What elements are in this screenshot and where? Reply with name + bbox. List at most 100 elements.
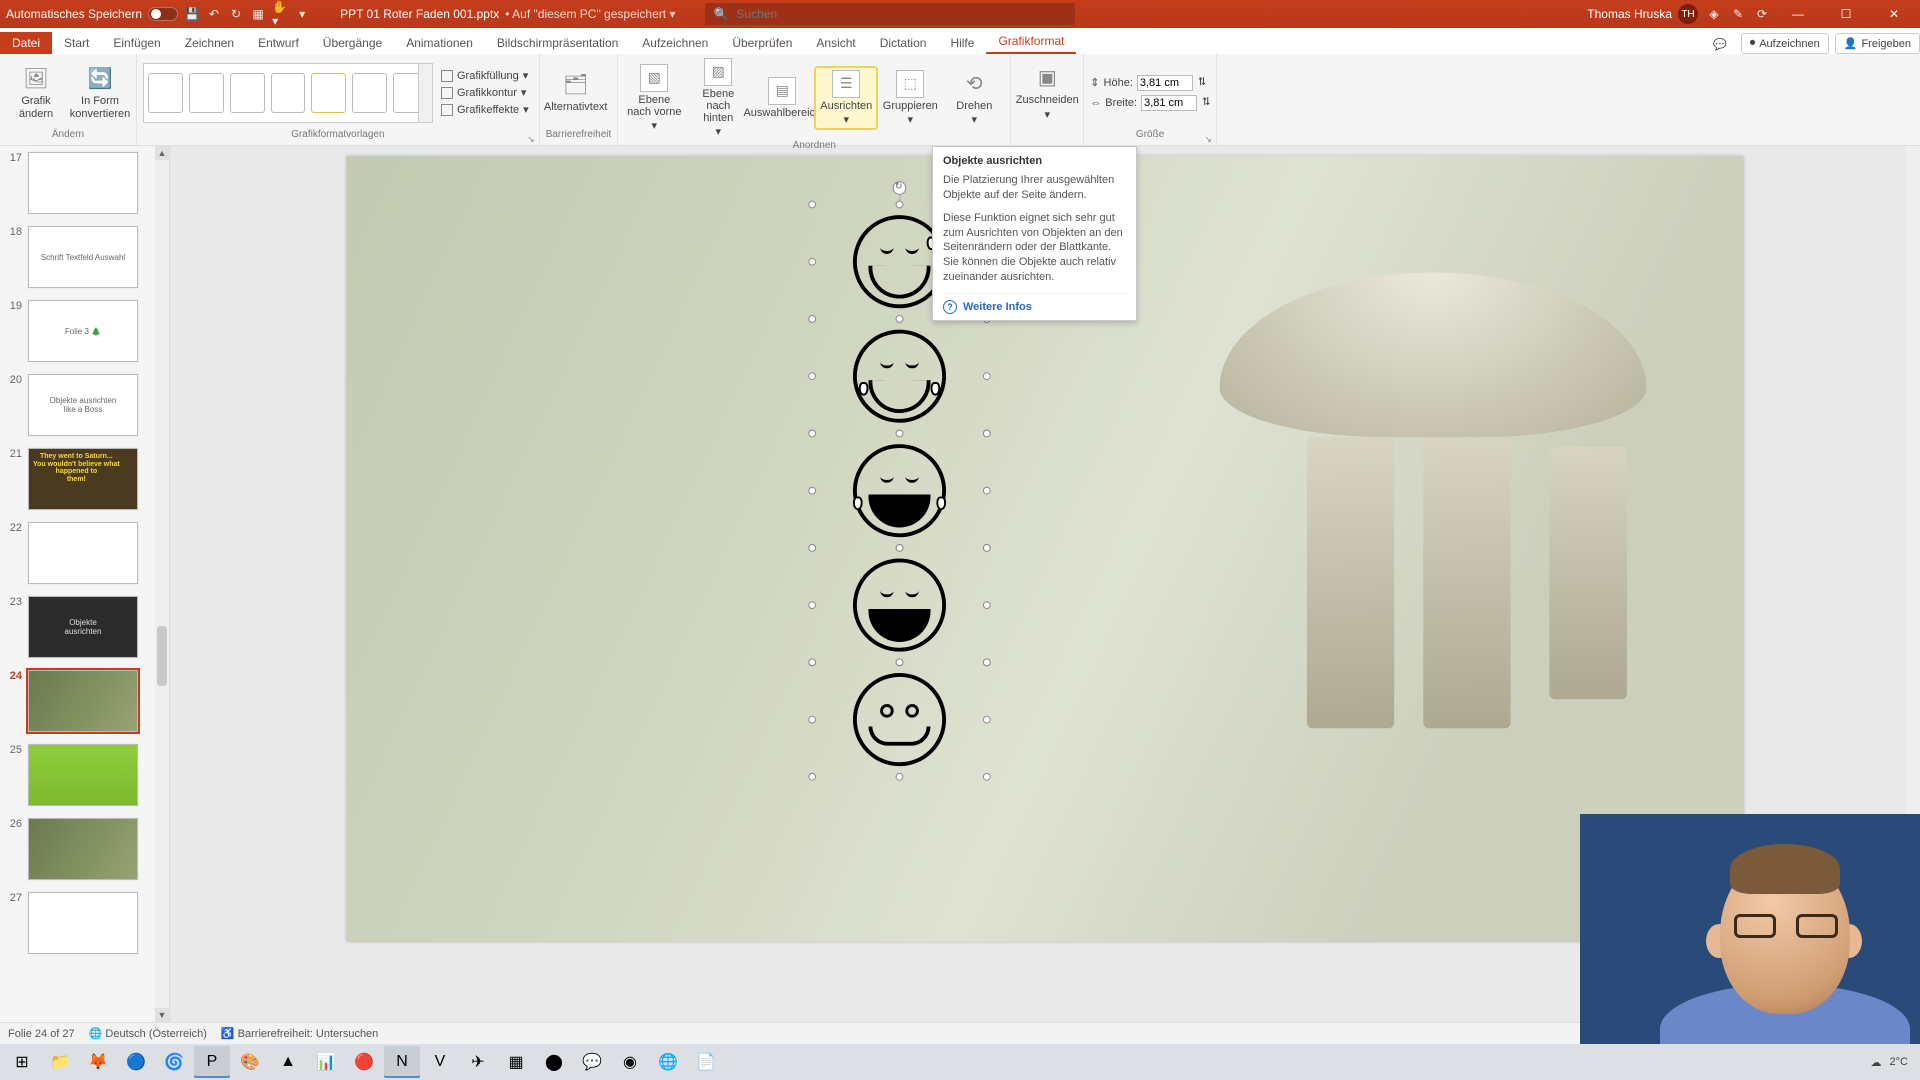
thumbnail-slide-21[interactable]: 21 <box>0 442 169 516</box>
minimize-button[interactable]: — <box>1778 0 1818 28</box>
record-button[interactable]: ⏺ Aufzeichnen <box>1741 33 1829 54</box>
undo-icon[interactable]: ↶ <box>206 6 222 22</box>
slide-counter[interactable]: Folie 24 of 27 <box>8 1028 75 1040</box>
thumbnail-slide-26[interactable]: 26 <box>0 812 169 886</box>
thumbnail-slide-17[interactable]: 17 <box>0 146 169 220</box>
search-input[interactable] <box>736 7 1067 21</box>
app-icon-8[interactable]: 📄 <box>688 1046 724 1078</box>
graphic-fill-button[interactable]: Grafikfüllung ▾ <box>437 68 533 83</box>
launcher-icon[interactable]: ↘ <box>527 134 535 145</box>
firefox-icon[interactable]: 🦊 <box>80 1046 116 1078</box>
app-icon-3[interactable]: 🔴 <box>346 1046 382 1078</box>
graphic-effects-button[interactable]: Grafikeffekte ▾ <box>437 102 533 117</box>
explorer-icon[interactable]: 📁 <box>42 1046 78 1078</box>
tab-graphicformat[interactable]: Grafikformat <box>986 30 1076 54</box>
scroll-handle[interactable] <box>157 626 167 686</box>
tab-record[interactable]: Aufzeichnen <box>630 32 720 54</box>
tab-dictation[interactable]: Dictation <box>868 32 939 54</box>
tab-design[interactable]: Entwurf <box>246 32 311 54</box>
gallery-more-icon[interactable] <box>418 64 432 122</box>
app-icon-5[interactable]: 💬 <box>574 1046 610 1078</box>
app-icon-2[interactable]: 📊 <box>308 1046 344 1078</box>
size-launcher-icon[interactable]: ↘ <box>1204 134 1212 145</box>
tab-view[interactable]: Ansicht <box>804 32 867 54</box>
pen-icon[interactable]: ✎ <box>1730 6 1746 22</box>
smiley-4[interactable] <box>853 559 946 652</box>
tab-insert[interactable]: Einfügen <box>101 32 172 54</box>
app-icon-6[interactable]: ◉ <box>612 1046 648 1078</box>
sync-icon[interactable]: ⟳ <box>1754 6 1770 22</box>
close-button[interactable]: ✕ <box>1874 0 1914 28</box>
smiley-3[interactable] <box>853 444 946 537</box>
tab-review[interactable]: Überprüfen <box>720 32 804 54</box>
bring-forward-button[interactable]: ▧Ebene nach vorne ▾ <box>624 62 684 134</box>
share-button[interactable]: 👤 Freigeben <box>1835 33 1920 54</box>
outline-icon <box>441 87 453 99</box>
tab-draw[interactable]: Zeichnen <box>173 32 246 54</box>
save-icon[interactable]: 💾 <box>184 6 200 22</box>
present-icon[interactable]: ▦ <box>250 6 266 22</box>
touch-icon[interactable]: ✋▾ <box>272 6 288 22</box>
width-input[interactable] <box>1141 95 1197 111</box>
smiley-2[interactable] <box>853 330 946 423</box>
maximize-button[interactable]: ☐ <box>1826 0 1866 28</box>
chrome-icon[interactable]: 🔵 <box>118 1046 154 1078</box>
align-button[interactable]: ☰Ausrichten ▾ <box>816 68 876 128</box>
rotate-handle[interactable] <box>893 181 907 195</box>
style-gallery[interactable] <box>143 63 433 123</box>
thumbnail-slide-19[interactable]: 19Folie 3 🎄 <box>0 294 169 368</box>
tab-help[interactable]: Hilfe <box>938 32 986 54</box>
thumbnail-slide-18[interactable]: 18Schrift Textfeld Auswahl <box>0 220 169 294</box>
weather-icon[interactable]: ☁ <box>1871 1056 1882 1069</box>
tooltip-more-link[interactable]: ?Weitere Infos <box>943 293 1126 314</box>
height-input[interactable] <box>1137 75 1193 91</box>
thumbs-scrollbar[interactable]: ▲ ▼ <box>155 146 169 1022</box>
onenote-icon[interactable]: N <box>384 1046 420 1078</box>
tab-start[interactable]: Start <box>52 32 101 54</box>
selection-pane-button[interactable]: ▤Auswahlbereich <box>752 75 812 121</box>
search-box[interactable]: 🔍 <box>705 3 1075 25</box>
tab-slideshow[interactable]: Bildschirmpräsentation <box>485 32 630 54</box>
rotate-button[interactable]: ⟲Drehen ▾ <box>944 68 1004 128</box>
comments-icon[interactable]: 💬 <box>1705 35 1735 54</box>
redo-icon[interactable]: ↻ <box>228 6 244 22</box>
temperature[interactable]: 2°C <box>1890 1056 1908 1068</box>
thumbnail-slide-22[interactable]: 22 <box>0 516 169 590</box>
thumbnail-slide-23[interactable]: 23Objekte ausrichten <box>0 590 169 664</box>
app-icon-7[interactable]: 🌐 <box>650 1046 686 1078</box>
qat-more-icon[interactable]: ▾ <box>294 6 310 22</box>
telegram-icon[interactable]: ✈ <box>460 1046 496 1078</box>
change-graphic-button[interactable]: 🖼 Grafik ändern <box>6 63 66 121</box>
crop-button[interactable]: ▣Zuschneiden ▾ <box>1017 62 1077 122</box>
thumbnail-slide-25[interactable]: 25 <box>0 738 169 812</box>
thumbnail-slide-24[interactable]: 24 <box>0 664 169 738</box>
group-button[interactable]: ⬚Gruppieren ▾ <box>880 68 940 128</box>
powerpoint-icon[interactable]: P <box>194 1046 230 1078</box>
obs-icon[interactable]: ⬤ <box>536 1046 572 1078</box>
user-account[interactable]: Thomas Hruska TH <box>1587 4 1698 24</box>
accessibility-check[interactable]: ♿ Barrierefreiheit: Untersuchen <box>221 1027 378 1040</box>
tab-file[interactable]: Datei <box>0 32 52 54</box>
diamond-icon[interactable]: ◈ <box>1706 6 1722 22</box>
thumbnail-slide-27[interactable]: 27 <box>0 886 169 960</box>
tab-animations[interactable]: Animationen <box>394 32 485 54</box>
start-button[interactable]: ⊞ <box>4 1046 40 1078</box>
send-backward-button[interactable]: ▨Ebene nach hinten ▾ <box>688 56 748 140</box>
vscode-icon[interactable]: V <box>422 1046 458 1078</box>
thumbnail-slide-20[interactable]: 20Objekte ausrichten like a Boss <box>0 368 169 442</box>
width-control[interactable]: ⇔ Breite:⮁ <box>1090 95 1210 111</box>
app-icon-1[interactable]: 🎨 <box>232 1046 268 1078</box>
autosave-toggle[interactable] <box>148 7 178 21</box>
scroll-up-icon[interactable]: ▲ <box>155 146 169 160</box>
scroll-down-icon[interactable]: ▼ <box>155 1008 169 1022</box>
alttext-button[interactable]: 🗂 Alternativtext <box>546 69 606 115</box>
app-icon-4[interactable]: ▦ <box>498 1046 534 1078</box>
language-indicator[interactable]: 🌐 Deutsch (Österreich) <box>89 1027 207 1040</box>
edge-icon[interactable]: 🌀 <box>156 1046 192 1078</box>
vlc-icon[interactable]: ▲ <box>270 1046 306 1078</box>
convert-shape-button[interactable]: 🔄 In Form konvertieren <box>70 63 130 121</box>
tab-transitions[interactable]: Übergänge <box>311 32 394 54</box>
graphic-outline-button[interactable]: Grafikkontur ▾ <box>437 85 533 100</box>
height-control[interactable]: ⇕ Höhe:⮁ <box>1090 75 1210 91</box>
smiley-5[interactable] <box>853 673 946 766</box>
